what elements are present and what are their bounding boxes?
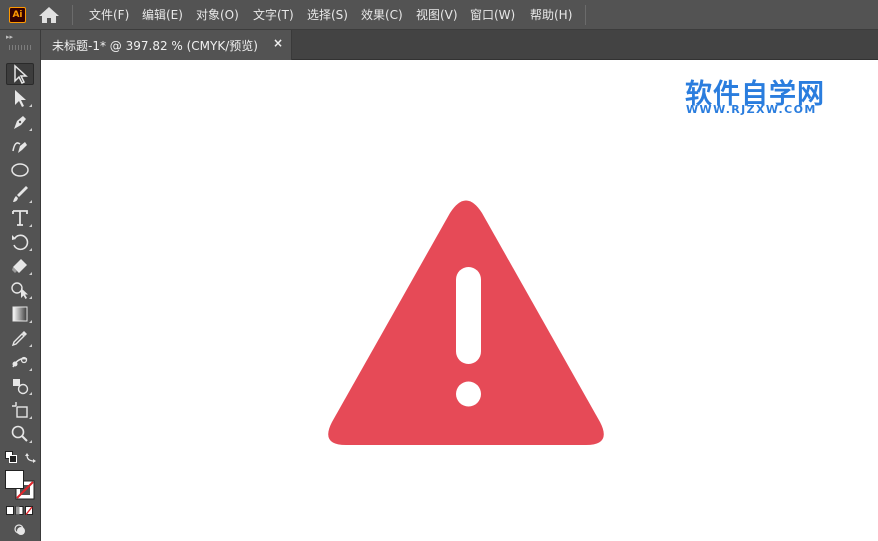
drawing-mode-icon[interactable] bbox=[14, 524, 26, 536]
pen-icon bbox=[14, 116, 26, 129]
menu-effect[interactable]: 效果(C) bbox=[361, 6, 403, 24]
rotate-tool[interactable] bbox=[6, 231, 34, 253]
document-tab-bar: 未标题-1* @ 397.82 % (CMYK/预览) × bbox=[41, 30, 878, 60]
app-logo: Ai bbox=[9, 7, 26, 23]
fill-swatch[interactable] bbox=[5, 470, 24, 489]
symbol-icon bbox=[13, 379, 29, 395]
menu-help[interactable]: 帮助(H) bbox=[530, 6, 572, 24]
shape-builder-tool[interactable] bbox=[6, 279, 34, 301]
color-mode-icons[interactable] bbox=[6, 506, 34, 515]
eraser-icon bbox=[12, 259, 27, 273]
menu-bar: Ai 文件(F) 编辑(E) 对象(O) 文字(T) 选择(S) 效果(C) 视… bbox=[0, 0, 878, 30]
menu-view[interactable]: 视图(V) bbox=[416, 6, 458, 24]
artboard-canvas[interactable]: 软件自学网 WWW.RJZXW.COM bbox=[41, 60, 878, 541]
white-arrow-icon bbox=[15, 90, 26, 107]
arrow-icon bbox=[14, 64, 28, 84]
panel-grip[interactable] bbox=[9, 45, 31, 50]
close-icon[interactable]: × bbox=[273, 36, 283, 50]
curvature-pen-icon bbox=[12, 142, 27, 153]
artboard-icon bbox=[12, 402, 28, 418]
watermark-url: WWW.RJZXW.COM bbox=[686, 103, 817, 116]
paintbrush-tool[interactable] bbox=[6, 183, 34, 205]
menu-separator bbox=[72, 5, 73, 25]
collapse-panel-icon[interactable]: ▸▸ bbox=[6, 33, 13, 41]
shape-builder-icon bbox=[11, 282, 28, 299]
selection-tool[interactable] bbox=[6, 63, 34, 85]
symbol-sprayer-tool[interactable] bbox=[6, 375, 34, 397]
menu-file[interactable]: 文件(F) bbox=[89, 6, 129, 24]
document-tab[interactable]: 未标题-1* @ 397.82 % (CMYK/预览) × bbox=[41, 30, 292, 60]
menu-window[interactable]: 窗口(W) bbox=[470, 6, 515, 24]
zoom-icon bbox=[11, 425, 28, 442]
menu-object[interactable]: 对象(O) bbox=[196, 6, 239, 24]
tools-panel: ▸▸ bbox=[0, 30, 41, 541]
home-icon[interactable] bbox=[38, 6, 60, 24]
pen-tool[interactable] bbox=[6, 111, 34, 133]
document-tab-title: 未标题-1* @ 397.82 % (CMYK/预览) bbox=[52, 39, 258, 53]
gradient-tool[interactable] bbox=[6, 303, 34, 325]
type-tool[interactable] bbox=[6, 207, 34, 229]
eyedropper-icon bbox=[11, 331, 27, 347]
ellipse-icon bbox=[11, 163, 29, 177]
ellipse-tool[interactable] bbox=[6, 159, 34, 181]
rotate-icon bbox=[12, 234, 29, 251]
zoom-tool[interactable] bbox=[6, 423, 34, 445]
blend-tool[interactable] bbox=[6, 351, 34, 373]
artboard-tool[interactable] bbox=[6, 399, 34, 421]
direct-selection-tool[interactable] bbox=[6, 87, 34, 109]
brush-icon bbox=[13, 186, 28, 202]
menu-select[interactable]: 选择(S) bbox=[307, 6, 348, 24]
warning-triangle-icon[interactable] bbox=[326, 200, 606, 446]
default-colors-icon[interactable] bbox=[5, 451, 17, 463]
eraser-tool[interactable] bbox=[6, 255, 34, 277]
menu-type[interactable]: 文字(T) bbox=[253, 6, 294, 24]
blend-icon bbox=[12, 356, 28, 368]
swap-colors-icon[interactable] bbox=[25, 451, 37, 463]
type-icon bbox=[12, 210, 28, 226]
curvature-tool[interactable] bbox=[6, 135, 34, 157]
menu-separator bbox=[585, 5, 586, 25]
menu-edit[interactable]: 编辑(E) bbox=[142, 6, 183, 24]
eyedropper-tool[interactable] bbox=[6, 327, 34, 349]
gradient-icon bbox=[12, 306, 28, 322]
